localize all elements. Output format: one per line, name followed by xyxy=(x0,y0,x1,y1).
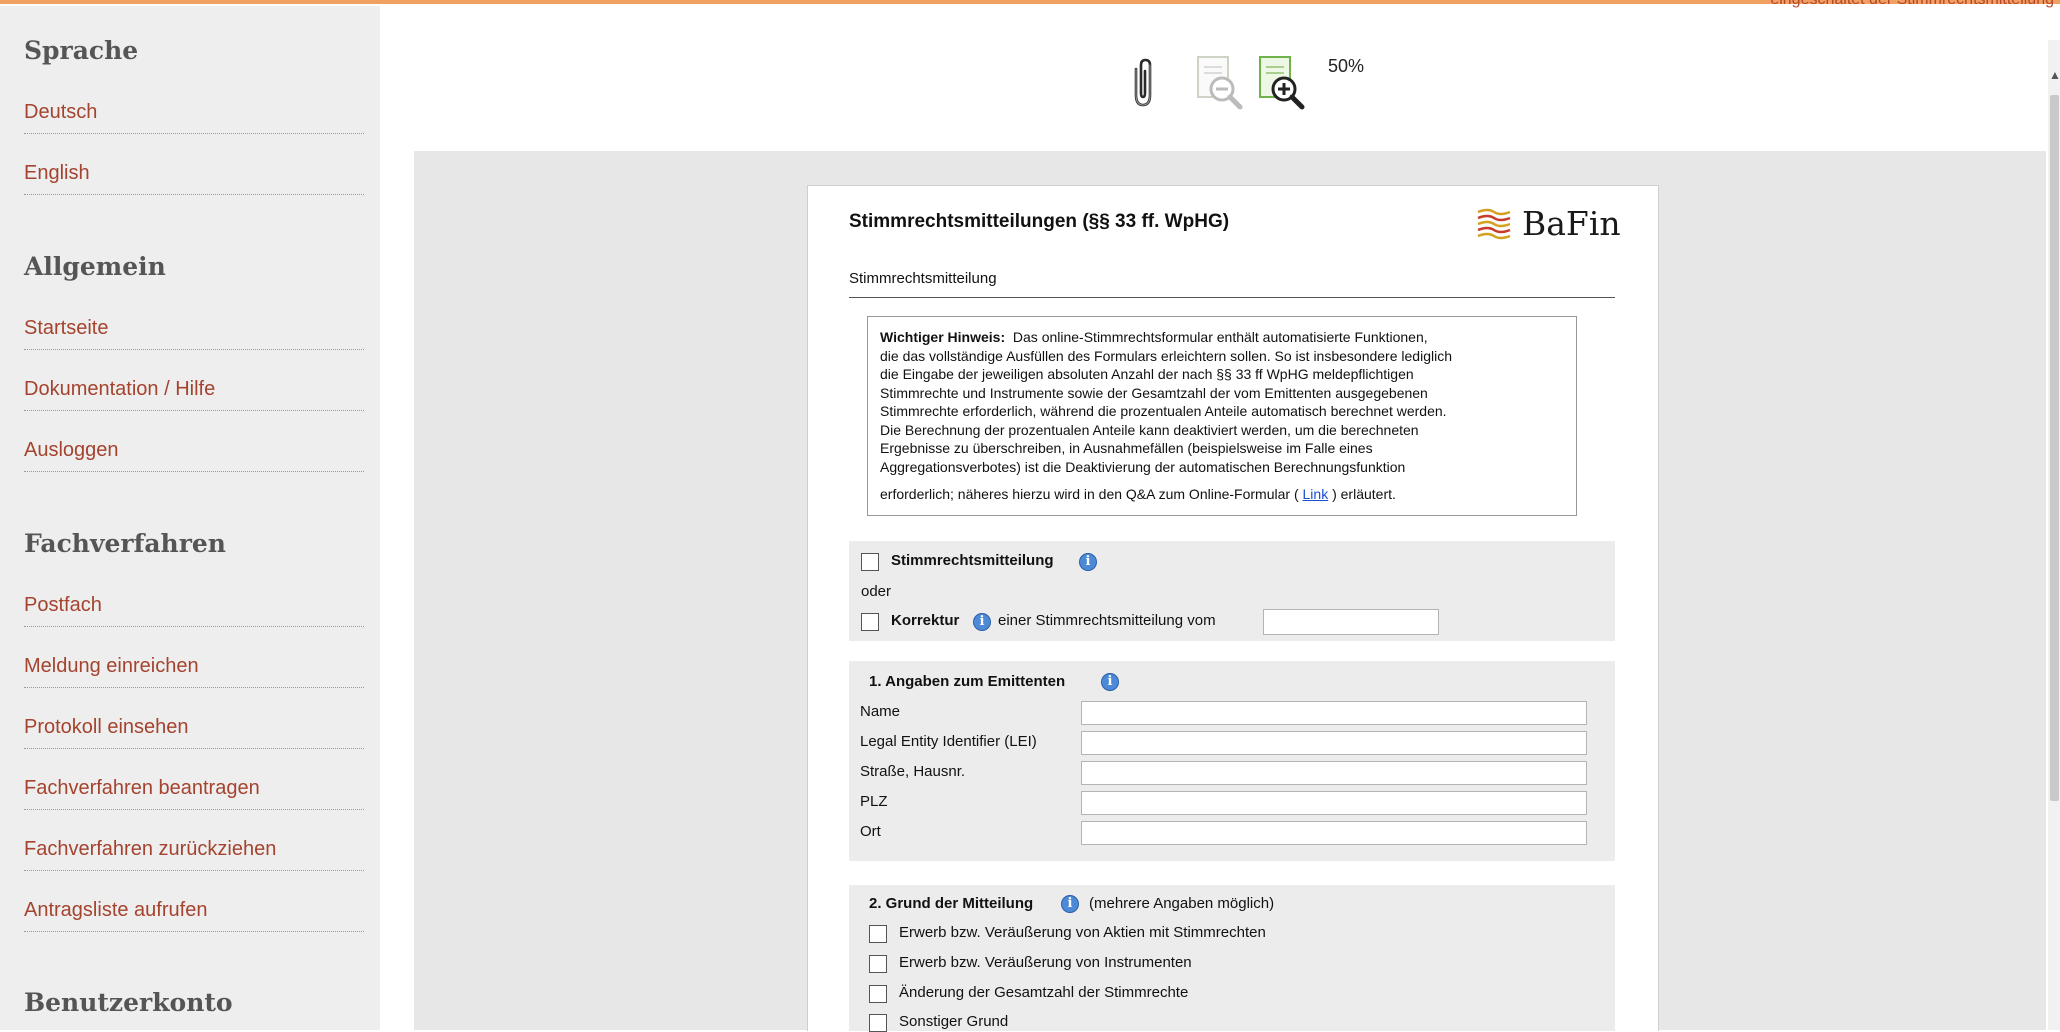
sidebar-heading-allgemein: Allgemein xyxy=(24,252,166,281)
issuer-ort-label: Ort xyxy=(860,823,881,840)
issuer-section-heading: 1. Angaben zum Emittenten xyxy=(869,673,1066,690)
form-page: Stimmrechtsmitteilungen (§§ 33 ff. WpHG)… xyxy=(807,185,1659,1032)
stimmrechtsmitteilung-checkbox[interactable] xyxy=(861,553,879,571)
sidebar-item-english[interactable]: English xyxy=(24,162,364,195)
notice-last-line-end: ) erläutert. xyxy=(1332,486,1396,502)
issuer-ort-input[interactable] xyxy=(1081,821,1587,845)
sidebar-heading-fachverfahren: Fachverfahren xyxy=(24,529,226,558)
notice-line: Stimmrechte und Instrumente sowie der Ge… xyxy=(880,384,1428,401)
sidebar-heading-benutzerkonto: Benutzerkonto xyxy=(24,988,233,1017)
sidebar-item-protokoll-einsehen[interactable]: Protokoll einsehen xyxy=(24,716,364,749)
notice-last-line: erforderlich; näheres hierzu wird in den… xyxy=(880,486,1299,502)
notice-line: Stimmrechte erforderlich, während die pr… xyxy=(880,403,1447,419)
reason-checkbox[interactable] xyxy=(869,925,887,943)
notice-line: die das vollständige Ausfüllen des Formu… xyxy=(880,347,1452,364)
sidebar-item-fachverfahren-zurueckziehen[interactable]: Fachverfahren zurückziehen xyxy=(24,838,364,871)
notice-line: Das online-Stimmrechtsformular enthält a… xyxy=(1012,329,1428,345)
reason-section: 2. Grund der Mitteilung i (mehrere Angab… xyxy=(849,885,1615,1032)
sidebar-item-meldung-einreichen[interactable]: Meldung einreichen xyxy=(24,655,364,688)
issuer-name-label: Name xyxy=(860,703,901,720)
info-icon[interactable]: i xyxy=(1079,553,1097,571)
issuer-plz-input[interactable] xyxy=(1081,791,1587,815)
sidebar-item-antragsliste[interactable]: Antragsliste aufrufen xyxy=(24,899,364,932)
qa-link[interactable]: Link xyxy=(1303,486,1329,502)
bafin-logo-text: BaFin xyxy=(1522,204,1621,243)
info-icon[interactable]: i xyxy=(1061,895,1079,913)
info-icon[interactable]: i xyxy=(973,613,991,631)
notice-line: Aggregationsverbotes) ist die Deaktivier… xyxy=(880,458,1406,475)
notice-line: Ergebnisse zu überschreiben, in Ausnahme… xyxy=(880,440,1373,456)
korrektur-text: einer Stimmrechtsmitteilung vom xyxy=(998,612,1216,629)
notification-type-section: Stimmrechtsmitteilung i oder Korrektur i… xyxy=(849,541,1615,641)
reason-option-label: Sonstiger Grund xyxy=(899,1013,1009,1030)
top-accent-line xyxy=(0,0,2060,4)
important-notice: Wichtiger Hinweis: Das online-Stimmrecht… xyxy=(867,316,1577,516)
sidebar-item-startseite[interactable]: Startseite xyxy=(24,317,364,350)
scrollbar-thumb[interactable] xyxy=(2050,95,2059,801)
reason-option-label: Änderung der Gesamtzahl der Stimmrechte xyxy=(899,984,1189,1001)
sidebar-item-dokumentation[interactable]: Dokumentation / Hilfe xyxy=(24,378,364,411)
zoom-out-icon[interactable] xyxy=(1194,55,1246,113)
issuer-lei-input[interactable] xyxy=(1081,731,1587,755)
sidebar-item-ausloggen[interactable]: Ausloggen xyxy=(24,439,364,472)
reason-section-note: (mehrere Angaben möglich) xyxy=(1089,895,1275,912)
issuer-street-label: Straße, Hausnr. xyxy=(860,763,966,780)
info-icon[interactable]: i xyxy=(1101,673,1119,691)
zoom-level: 50% xyxy=(1328,56,1365,76)
form-subtitle: Stimmrechtsmitteilung xyxy=(849,270,997,287)
reason-option-label: Erwerb bzw. Veräußerung von Aktien mit S… xyxy=(899,924,1266,941)
zoom-in-icon[interactable] xyxy=(1256,55,1308,113)
top-link[interactable]: eingeschaltet der Stimmrechtsmitteilung xyxy=(1770,0,2054,9)
sidebar-item-postfach[interactable]: Postfach xyxy=(24,594,364,627)
form-title: Stimmrechtsmitteilungen (§§ 33 ff. WpHG) xyxy=(849,211,1230,232)
issuer-section: 1. Angaben zum Emittenten i Name Legal E… xyxy=(849,661,1615,861)
reason-checkbox[interactable] xyxy=(869,985,887,1003)
sidebar-item-deutsch[interactable]: Deutsch xyxy=(24,101,364,134)
reason-checkbox[interactable] xyxy=(869,1014,887,1032)
korrektur-date-input[interactable] xyxy=(1263,609,1439,635)
korrektur-label: Korrektur xyxy=(891,612,960,629)
notice-line: die Eingabe der jeweiligen absoluten Anz… xyxy=(880,366,1414,382)
sidebar-item-fachverfahren-beantragen[interactable]: Fachverfahren beantragen xyxy=(24,777,364,810)
sidebar: Sprache Deutsch English Allgemein Starts… xyxy=(0,6,380,1030)
reason-section-heading: 2. Grund der Mitteilung xyxy=(869,895,1034,912)
bafin-logo-icon xyxy=(1477,208,1511,240)
sidebar-heading-sprache: Sprache xyxy=(24,36,139,65)
reason-option-label: Erwerb bzw. Veräußerung von Instrumenten xyxy=(899,954,1192,971)
issuer-street-input[interactable] xyxy=(1081,761,1587,785)
stimmrechtsmitteilung-label: Stimmrechtsmitteilung xyxy=(891,552,1054,569)
issuer-lei-label: Legal Entity Identifier (LEI) xyxy=(860,733,1037,750)
reason-checkbox[interactable] xyxy=(869,955,887,973)
korrektur-checkbox[interactable] xyxy=(861,613,879,631)
oder-label: oder xyxy=(861,583,892,600)
scroll-up-arrow[interactable]: ▲ xyxy=(2049,68,2060,82)
notice-heading: Wichtiger Hinweis: xyxy=(880,329,1006,345)
notice-line: Die Berechnung der prozentualen Anteile … xyxy=(880,421,1419,438)
attachment-icon[interactable] xyxy=(1128,57,1158,111)
issuer-plz-label: PLZ xyxy=(860,793,888,810)
issuer-name-input[interactable] xyxy=(1081,701,1587,725)
form-divider xyxy=(849,297,1615,298)
